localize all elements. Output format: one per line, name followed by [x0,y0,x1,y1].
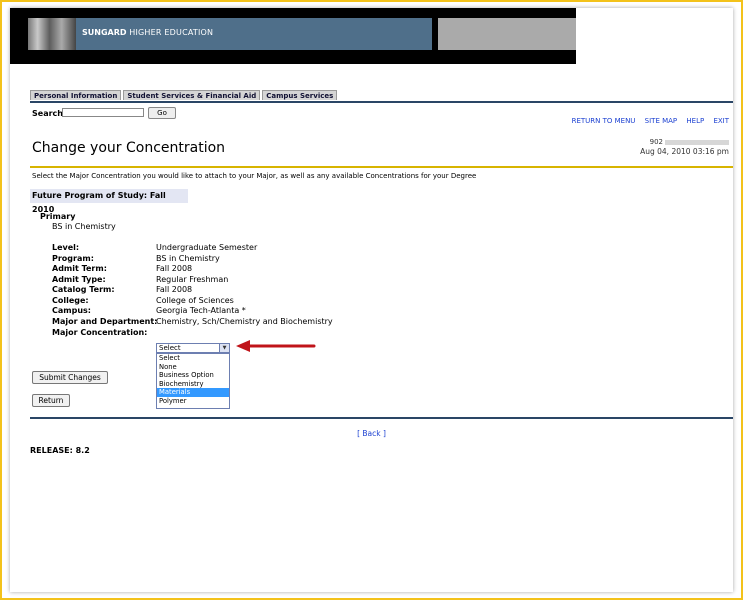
major-concentration-label: Major Concentration: [52,328,148,337]
submit-changes-button[interactable]: Submit Changes [32,371,108,384]
help-link[interactable]: HELP [686,117,704,125]
college-value: College of Sciences [156,296,234,305]
option-business-option[interactable]: Business Option [157,371,229,380]
campus-label: Campus: [52,306,91,315]
option-biochemistry[interactable]: Biochemistry [157,380,229,389]
redacted-name [665,139,729,145]
concentration-dropdown-list: Select None Business Option Biochemistry… [156,353,230,409]
timestamp: Aug 04, 2010 03:16 pm [640,147,729,156]
chevron-down-icon[interactable]: ▼ [219,344,229,352]
tab-campus-services[interactable]: Campus Services [262,90,338,100]
site-map-link[interactable]: SITE MAP [645,117,677,125]
campus-value: Georgia Tech-Atlanta * [156,306,246,315]
exit-link[interactable]: EXIT [713,117,729,125]
back-link[interactable]: [ Back ] [10,429,733,438]
sungard-logo: SUNGARD HIGHER EDUCATION [82,28,214,37]
catalog-term-label: Catalog Term: [52,285,115,294]
tab-divider [30,101,733,103]
option-none[interactable]: None [157,363,229,372]
option-select[interactable]: Select [157,354,229,363]
admit-term-label: Admit Term: [52,264,107,273]
return-button[interactable]: Return [32,394,70,407]
release-label: RELEASE: 8.2 [30,446,90,455]
top-links: RETURN TO MENU SITE MAP HELP EXIT [10,117,729,125]
program-value: BS in Chemistry [156,254,220,263]
browser-page: SUNGARD HIGHER EDUCATION Personal Inform… [10,8,733,592]
major-department-label: Major and Department: [52,317,158,326]
program-section-title: Future Program of Study: Fall 2010 [30,189,188,214]
user-id: 902 [650,138,729,146]
primary-label: Primary [40,212,76,221]
primary-value: BS in Chemistry [52,222,116,231]
admit-term-value: Fall 2008 [156,264,193,273]
banner-gray-block [438,18,576,50]
return-to-menu-link[interactable]: RETURN TO MENU [572,117,636,125]
banner-white-block [576,8,733,64]
select-current-value: Select [159,344,181,352]
footer-divider [30,417,733,419]
page-title: Change your Concentration [32,140,226,156]
tab-personal-information[interactable]: Personal Information [30,90,122,100]
option-materials[interactable]: Materials [157,388,229,397]
concentration-select[interactable]: Select ▼ [156,343,230,353]
major-department-value: Chemistry, Sch/Chemistry and Biochemistr… [156,317,333,326]
level-value: Undergraduate Semester [156,243,258,252]
catalog-term-value: Fall 2008 [156,285,193,294]
red-arrow-icon [236,340,316,352]
banner-photo [28,18,76,50]
header-divider [30,166,733,168]
option-polymer[interactable]: Polymer [157,397,229,406]
admit-type-label: Admit Type: [52,275,106,284]
level-label: Level: [52,243,80,252]
instructions: Select the Major Concentration you would… [32,172,477,180]
tab-student-services[interactable]: Student Services & Financial Aid [123,90,261,100]
admit-type-value: Regular Freshman [156,275,229,284]
program-label: Program: [52,254,94,263]
search-input[interactable] [62,108,144,117]
college-label: College: [52,296,89,305]
main-tabs: Personal Information Student Services & … [30,90,338,100]
